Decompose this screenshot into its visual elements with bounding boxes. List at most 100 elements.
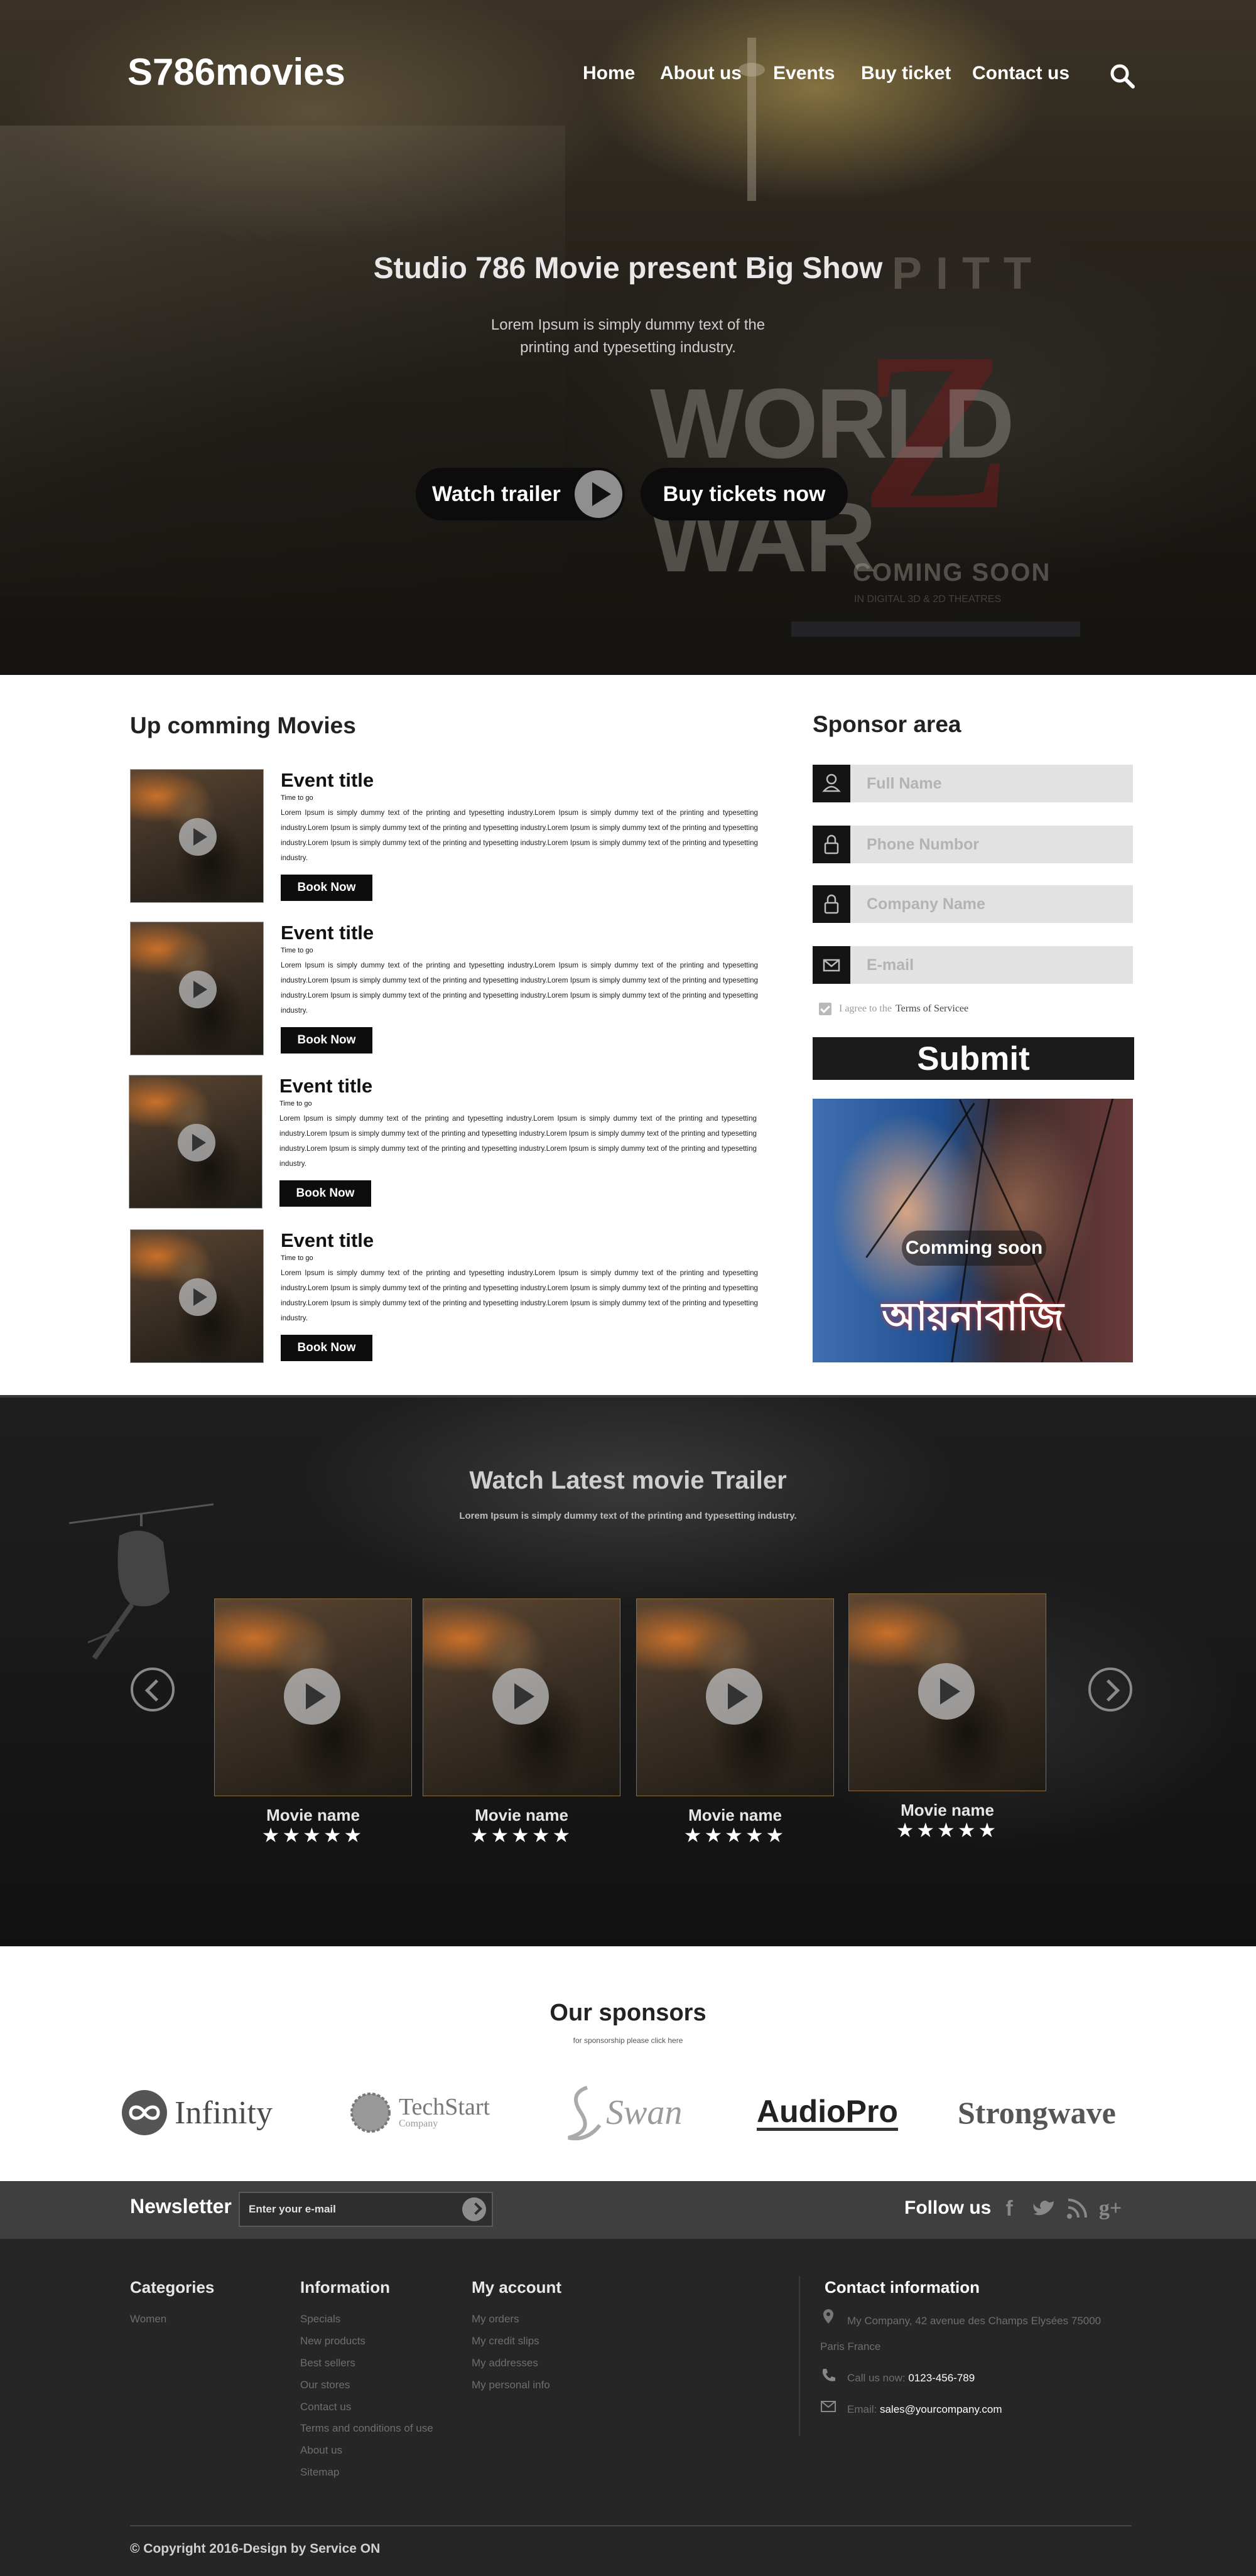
movie-name: Movie name	[901, 1801, 994, 1819]
sponsor-name: AudioPro	[757, 2095, 898, 2131]
play-icon[interactable]	[492, 1668, 549, 1725]
event-thumbnail[interactable]	[129, 1075, 263, 1209]
play-icon[interactable]	[706, 1668, 762, 1725]
sponsor-area-title: Sponsor area	[813, 711, 961, 737]
sponsor-logo-strongwave[interactable]: Strongwave	[958, 2084, 1116, 2141]
event-item: Event title Time to go Lorem Ipsum is si…	[130, 1229, 758, 1364]
footer-link[interactable]: My personal info	[472, 2374, 610, 2396]
phone-icon	[822, 2369, 835, 2381]
mail-icon	[813, 946, 850, 984]
company-name-field	[813, 885, 1133, 923]
my-account-heading: My account	[472, 2278, 562, 2297]
email-address[interactable]: sales@yourcompany.com	[880, 2403, 1002, 2415]
event-title: Event title	[281, 769, 374, 791]
sponsor-logo-techstart[interactable]: TechStart Company	[349, 2084, 490, 2141]
trailers-subtitle: Lorem Ipsum is simply dummy text of the …	[459, 1511, 797, 1521]
information-list: Specials New products Best sellers Our s…	[300, 2308, 438, 2483]
play-icon[interactable]	[284, 1668, 340, 1725]
trailer-thumbnail[interactable]	[214, 1598, 412, 1796]
event-time: Time to go	[281, 947, 313, 954]
carousel-prev-button[interactable]	[131, 1668, 175, 1711]
footer-link[interactable]: Our stores	[300, 2374, 438, 2396]
footer-rule	[130, 2525, 1132, 2526]
terms-checkbox[interactable]	[819, 1003, 831, 1015]
event-thumbnail[interactable]	[130, 769, 264, 903]
submit-button[interactable]: Submit	[813, 1037, 1134, 1080]
email-input[interactable]	[850, 946, 1133, 984]
sponsors-subtitle[interactable]: for sponsorship please click here	[0, 2036, 1256, 2045]
event-thumbnail[interactable]	[130, 922, 264, 1055]
nav-events[interactable]: Events	[773, 63, 835, 84]
footer-link[interactable]: Specials	[300, 2308, 438, 2330]
footer-link[interactable]: My orders	[472, 2308, 610, 2330]
footer-link[interactable]: Women	[130, 2308, 268, 2330]
footer-link[interactable]: Contact us	[300, 2396, 438, 2418]
book-now-button[interactable]: Book Now	[281, 1335, 372, 1361]
terms-link[interactable]: Terms of Servicee	[896, 1003, 968, 1015]
event-item: Event title Time to go Lorem Ipsum is si…	[130, 769, 758, 904]
map-pin-icon	[823, 2309, 833, 2324]
mail-icon	[821, 2401, 836, 2412]
lock-icon	[813, 826, 850, 863]
hero-subtitle: Lorem Ipsum is simply dummy text of the …	[490, 316, 766, 356]
sponsor-name: TechStart	[399, 2094, 490, 2120]
book-now-button[interactable]: Book Now	[279, 1180, 371, 1207]
trailer-thumbnail[interactable]	[423, 1598, 620, 1796]
nav-buy-ticket[interactable]: Buy ticket	[861, 63, 951, 84]
site-logo[interactable]: S786movies	[127, 50, 345, 94]
movie-name: Movie name	[688, 1806, 782, 1824]
star-rating: ★★★★★	[683, 1823, 787, 1847]
nav-home[interactable]: Home	[583, 63, 635, 84]
follow-us-label: Follow us	[904, 2197, 992, 2218]
nav-contact-us[interactable]: Contact us	[972, 63, 1069, 84]
event-time: Time to go	[279, 1100, 312, 1107]
event-title: Event title	[279, 1075, 373, 1097]
event-title: Event title	[281, 1229, 374, 1251]
trailer-thumbnail[interactable]	[636, 1598, 834, 1796]
twitter-icon[interactable]	[1030, 2195, 1058, 2223]
play-icon	[575, 470, 622, 518]
footer-link[interactable]: About us	[300, 2439, 438, 2461]
sponsor-logo-swan[interactable]: Swan	[556, 2084, 682, 2141]
phone-number-input[interactable]	[850, 826, 1133, 863]
event-time: Time to go	[281, 794, 313, 802]
sponsor-logo-infinity[interactable]: Infinity	[119, 2084, 273, 2141]
rss-icon[interactable]	[1063, 2195, 1091, 2223]
trailers-title: Watch Latest movie Trailer	[469, 1467, 787, 1494]
promo-movie-title: আয়নাবাজি	[882, 1293, 1064, 1339]
nav-about-us[interactable]: About us	[660, 63, 742, 84]
phone-number-field	[813, 826, 1133, 863]
coming-soon-label: Comming soon	[902, 1231, 1046, 1266]
sponsor-logo-audiopro[interactable]: AudioPro	[757, 2084, 898, 2141]
footer-link[interactable]: New products	[300, 2330, 438, 2352]
facebook-icon[interactable]: f	[995, 2195, 1023, 2223]
swan-icon	[568, 2086, 602, 2140]
footer-link[interactable]: My credit slips	[472, 2330, 610, 2352]
footer-link[interactable]: Terms and conditions of use	[300, 2418, 438, 2439]
hero-background-city	[0, 126, 565, 596]
footer-link[interactable]: My addresses	[472, 2352, 610, 2374]
carousel-next-button[interactable]	[1088, 1668, 1132, 1711]
footer-link[interactable]: Sitemap	[300, 2461, 438, 2483]
event-item: Event title Time to go Lorem Ipsum is si…	[130, 922, 758, 1057]
event-thumbnail[interactable]	[130, 1229, 264, 1363]
book-now-button[interactable]: Book Now	[281, 1027, 372, 1054]
watch-trailer-button[interactable]: Watch trailer	[416, 468, 625, 520]
full-name-input[interactable]	[850, 765, 1133, 802]
sponsor-name: Swan	[606, 2093, 683, 2132]
star-rating: ★★★★★	[896, 1818, 999, 1842]
google-plus-icon[interactable]: g+	[1096, 2195, 1124, 2223]
coming-soon-promo[interactable]: Comming soon আয়নাবাজি	[813, 1099, 1133, 1362]
footer-link[interactable]: Best sellers	[300, 2352, 438, 2374]
phone-number[interactable]: 0123-456-789	[908, 2372, 975, 2384]
book-now-button[interactable]: Book Now	[281, 875, 372, 901]
search-icon[interactable]	[1109, 63, 1135, 89]
company-name-input[interactable]	[850, 885, 1133, 923]
trailer-thumbnail[interactable]	[848, 1593, 1046, 1791]
buy-tickets-button[interactable]: Buy tickets now	[641, 468, 848, 520]
poster-social-bar	[791, 622, 1080, 637]
call-label: Call us now:	[847, 2372, 906, 2384]
play-icon[interactable]	[918, 1663, 975, 1720]
newsletter-submit-icon[interactable]	[462, 2197, 486, 2221]
newsletter-email-input[interactable]	[239, 2192, 493, 2227]
